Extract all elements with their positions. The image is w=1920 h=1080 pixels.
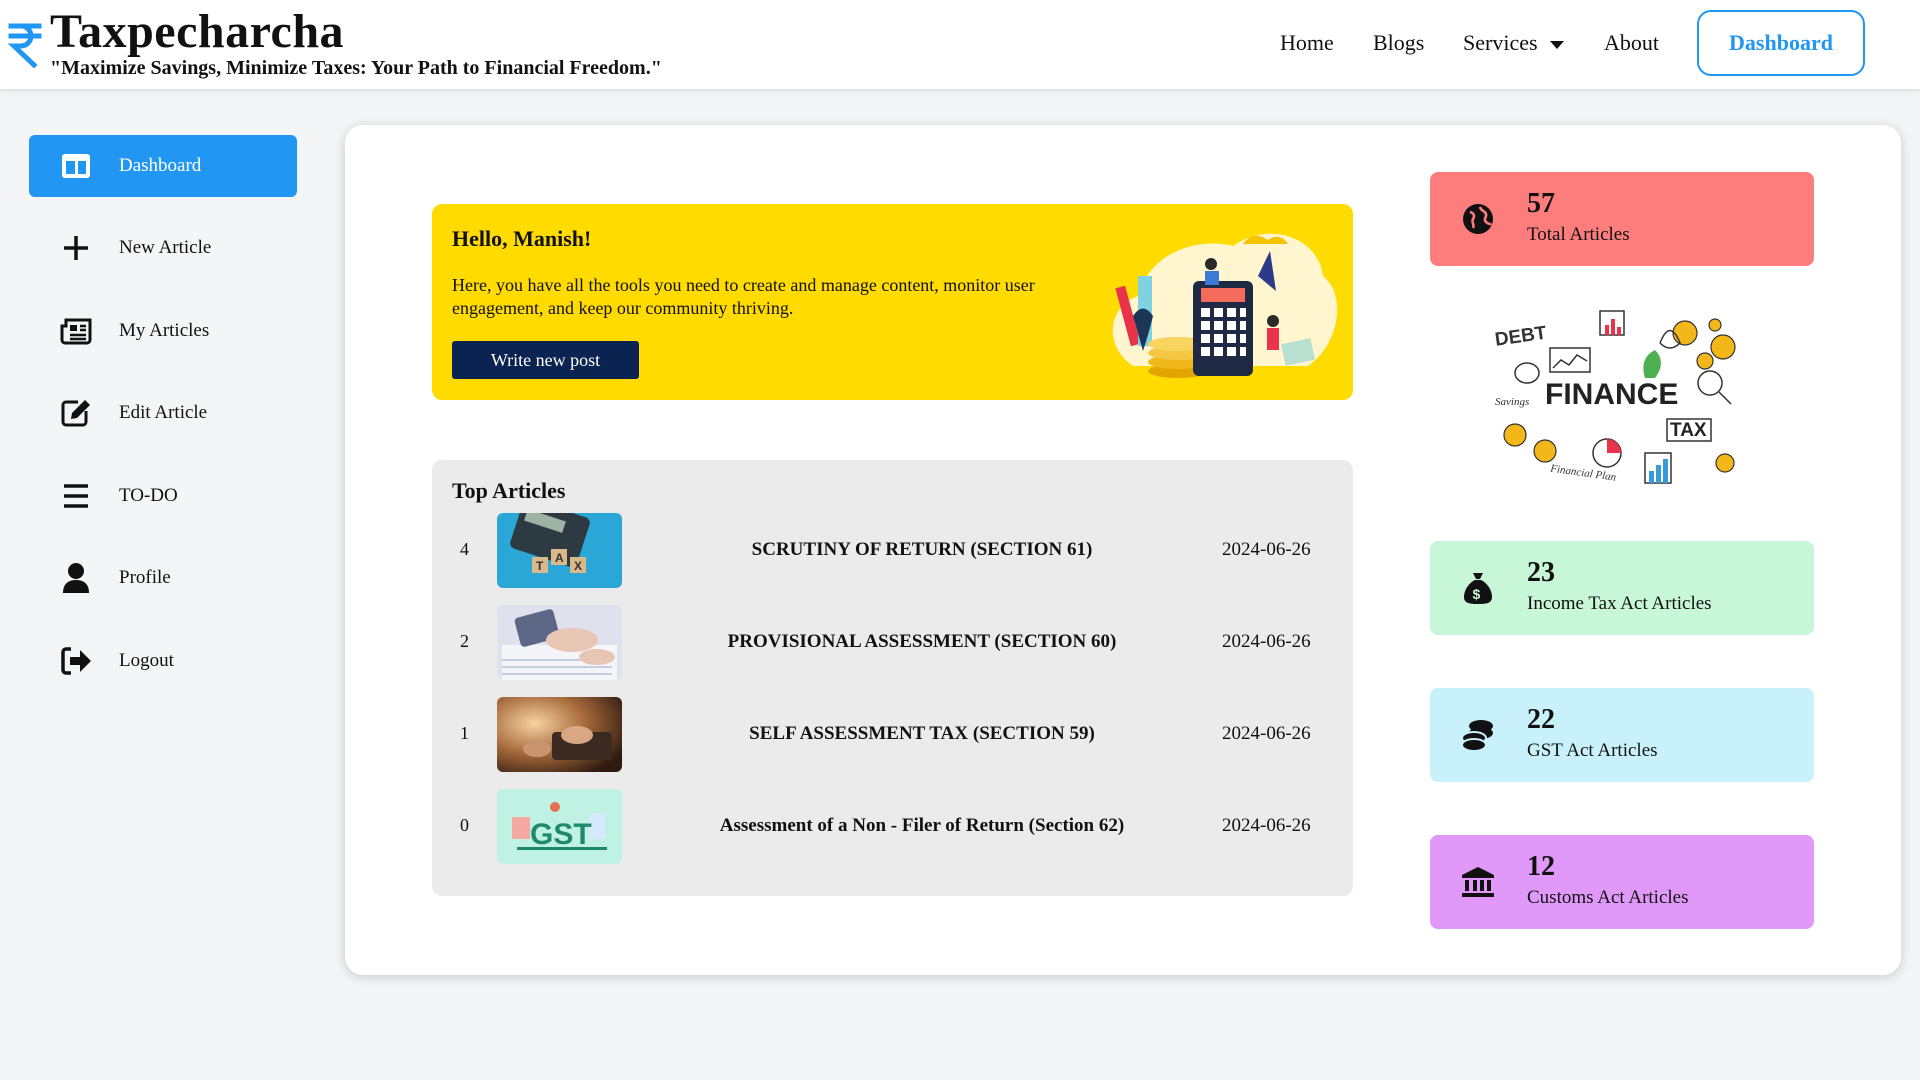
money-bag-icon: $ [1458,568,1498,608]
sidebar-item-label: Profile [119,567,171,588]
write-new-post-button[interactable]: Write new post [452,341,639,379]
nav-home[interactable]: Home [1280,28,1334,58]
sidebar-item-label: Logout [119,650,174,671]
article-title: SCRUTINY OF RETURN (SECTION 61) [751,539,1093,560]
nav-services-label: Services [1463,30,1538,55]
table-row[interactable]: 2 PROVISIONAL ASSESSMENT (SECTION 60) 20… [432,605,1353,681]
view-count: 0 [460,815,469,835]
svg-text:A: A [555,551,564,565]
financial-plan-word: Financial Plan [1549,462,1618,483]
stat-card-gst[interactable]: 22 GST Act Articles [1430,688,1814,782]
stat-label: GST Act Articles [1527,740,1658,761]
svg-text:X: X [574,559,582,573]
list-icon [59,479,93,513]
finance-word: FINANCE [1545,378,1678,411]
savings-word: Savings [1495,396,1529,408]
calculator-illustration [1112,233,1338,378]
article-date: 2024-06-26 [1222,539,1311,560]
article-thumbnail [497,697,622,772]
rupee-icon[interactable] [8,20,42,68]
view-count: 1 [460,723,469,743]
view-count: 2 [460,631,469,651]
nav-about[interactable]: About [1604,28,1659,58]
welcome-banner: Hello, Manish! Here, you have all the to… [432,204,1353,400]
user-icon [59,561,93,595]
debt-word: DEBT [1495,323,1548,351]
sidebar-item-label: TO-DO [119,485,178,506]
top-header: Taxpecharcha "Maximize Savings, Minimize… [0,0,1920,89]
table-row[interactable]: 1 SELF ASSESSMENT TAX (SECTION 59) 2024-… [432,697,1353,773]
sidebar-item-edit-article[interactable]: Edit Article [29,382,297,444]
nav-services[interactable]: Services [1463,28,1564,58]
article-date: 2024-06-26 [1222,815,1311,836]
article-title: Assessment of a Non - Filer of Return (S… [719,815,1125,836]
article-title: PROVISIONAL ASSESSMENT (SECTION 60) [727,631,1117,652]
stat-card-income-tax[interactable]: $ 23 Income Tax Act Articles [1430,541,1814,635]
sidebar-item-todo[interactable]: TO-DO [29,465,297,527]
stat-count: 57 [1527,188,1555,219]
article-thumbnail [497,605,622,680]
table-row[interactable]: 0 GST Assessment of a Non - Filer of Ret… [432,789,1353,865]
sidebar-item-label: Dashboard [119,155,202,176]
plus-icon [59,231,93,265]
stat-label: Income Tax Act Articles [1527,593,1712,614]
sidebar-item-new-article[interactable]: New Article [29,217,297,279]
svg-text:T: T [536,559,544,573]
stat-count: 23 [1527,557,1555,588]
stat-label: Total Articles [1527,224,1630,245]
sidebar-item-label: New Article [119,237,212,258]
top-articles-heading: Top Articles [452,478,566,503]
chevron-down-icon [1549,40,1564,49]
sidebar-item-label: My Articles [119,320,210,341]
stat-card-total-articles[interactable]: 57 Total Articles [1430,172,1814,266]
dashboard-button[interactable]: Dashboard [1697,10,1865,76]
globe-icon [1458,199,1498,239]
tagline: "Maximize Savings, Minimize Taxes: Your … [50,57,662,79]
article-thumbnail: T A X [497,513,622,588]
welcome-greeting: Hello, Manish! [452,226,592,251]
tax-word: TAX [1670,420,1707,441]
article-title: SELF ASSESSMENT TAX (SECTION 59) [749,723,1095,744]
svg-text:$: $ [1473,586,1481,602]
edit-icon [59,396,93,430]
stat-label: Customs Act Articles [1527,887,1689,908]
sidebar-item-my-articles[interactable]: My Articles [29,300,297,362]
sidebar-item-profile[interactable]: Profile [29,547,297,609]
finance-illustration: DEBT FINANCE Savings TAX Financial Plan [1495,310,1736,484]
article-thumbnail: GST [497,789,622,864]
dashboard-icon [59,149,93,183]
stat-count: 12 [1527,851,1555,882]
welcome-message: Here, you have all the tools you need to… [452,275,1035,318]
top-articles-panel: Top Articles 4 T A X SCRUTINY OF RETURN … [432,460,1353,896]
table-row[interactable]: 4 T A X SCRUTINY OF RETURN (SECTION 61) … [432,513,1353,589]
newspaper-icon [59,314,93,348]
sidebar-item-dashboard[interactable]: Dashboard [29,135,297,197]
stat-count: 22 [1527,704,1555,735]
article-date: 2024-06-26 [1222,723,1311,744]
coins-icon [1458,715,1498,755]
sidebar-item-label: Edit Article [119,402,208,423]
article-date: 2024-06-26 [1222,631,1311,652]
stat-card-customs[interactable]: 12 Customs Act Articles [1430,835,1814,929]
view-count: 4 [460,539,469,559]
nav-blogs[interactable]: Blogs [1373,28,1424,58]
svg-text:GST: GST [530,818,592,851]
brand-name[interactable]: Taxpecharcha [50,4,344,60]
sidebar-item-logout[interactable]: Logout [29,630,297,692]
bank-icon [1458,862,1498,902]
logout-icon [59,644,93,678]
